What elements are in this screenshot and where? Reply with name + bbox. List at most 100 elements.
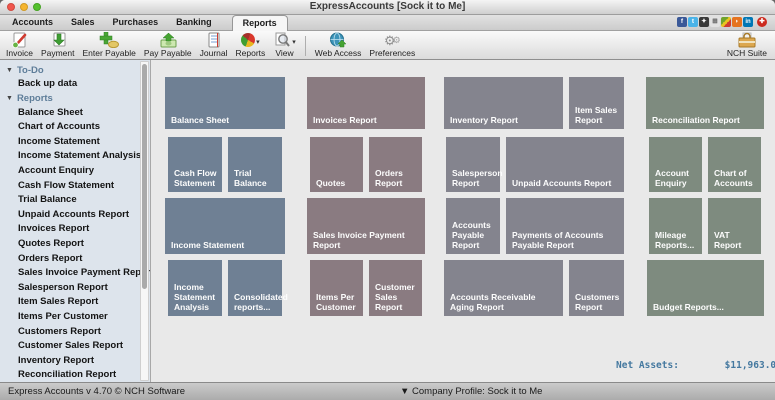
zoom-button[interactable] (33, 3, 41, 11)
scrollbar-thumb[interactable] (142, 64, 147, 289)
company-profile-selector[interactable]: ▼ Company Profile: Sock it to Me (400, 386, 542, 397)
tile-invoices-report[interactable]: Invoices Report (307, 77, 425, 129)
sidebar-scrollbar[interactable] (140, 61, 149, 381)
pay-payable-icon (158, 32, 178, 48)
facebook-icon[interactable]: f (677, 17, 687, 27)
sidebar-section-todo[interactable]: ▼ To-Do (0, 63, 150, 77)
minimize-button[interactable] (20, 3, 28, 11)
bookmark-icon[interactable]: ✦ (699, 17, 709, 27)
net-assets-line: Net Assets: $11,963.00 (616, 360, 775, 371)
collapse-triangle-icon[interactable]: ▼ (6, 67, 13, 74)
sidebar-item-income-statement-analysis[interactable]: Income Statement Analysis (0, 149, 150, 164)
sidebar-item-back-up-data[interactable]: Back up data (0, 77, 150, 92)
tab-accounts[interactable]: Accounts (12, 15, 53, 30)
reports-button[interactable]: ▾ Reports (232, 32, 270, 59)
status-bar: Express Accounts v 4.70 © NCH Software ▼… (0, 382, 775, 400)
share-more-icon[interactable]: ✚ (757, 17, 767, 27)
sidebar-item-items-per-customer[interactable]: Items Per Customer (0, 310, 150, 325)
payment-button[interactable]: Payment (37, 32, 79, 59)
tile-group-4: Reconciliation Report Account Enquiry Ch… (646, 77, 764, 316)
invoice-button[interactable]: Invoice (2, 32, 37, 59)
sidebar-item-quotes-report[interactable]: Quotes Report (0, 237, 150, 252)
tile-accounts-receivable-aging-report[interactable]: Accounts Receivable Aging Report (444, 260, 563, 316)
social-share-strip: f t ✦ ⊞ ◗ in ✚ (677, 17, 767, 27)
bookmarks-icon[interactable] (721, 17, 731, 27)
collapse-triangle-icon[interactable]: ▼ (6, 95, 13, 102)
tile-account-enquiry[interactable]: Account Enquiry (649, 137, 702, 192)
menu-tab-bar: Accounts Sales Purchases Banking Reports… (0, 15, 775, 31)
tile-income-statement[interactable]: Income Statement (165, 198, 285, 254)
toolbar: Invoice Payment Enter Payable Pay Payabl… (0, 31, 775, 60)
view-button[interactable]: ▾ View (269, 32, 300, 59)
tile-mileage-reports[interactable]: Mileage Reports... (649, 198, 702, 254)
sidebar-item-salesperson-report[interactable]: Salesperson Report (0, 281, 150, 296)
sidebar-item-invoices-report[interactable]: Invoices Report (0, 222, 150, 237)
journal-button[interactable]: Journal (196, 32, 232, 59)
tile-group-1: Balance Sheet Cash Flow Statement Trial … (165, 77, 288, 316)
tile-budget-reports[interactable]: Budget Reports... (647, 260, 764, 316)
version-text: Express Accounts v 4.70 © NCH Software (8, 386, 186, 397)
tile-chart-of-accounts[interactable]: Chart of Accounts (708, 137, 761, 192)
sidebar-item-inventory-report[interactable]: Inventory Report (0, 354, 150, 369)
tile-income-statement-analysis[interactable]: Income Statement Analysis (168, 260, 222, 316)
journal-icon (206, 32, 222, 48)
tile-salesperson-report[interactable]: Salesperson Report (446, 137, 503, 192)
tile-sales-invoice-payment-report[interactable]: Sales Invoice Payment Report (307, 198, 425, 254)
tile-consolidated-reports[interactable]: Consolidated reports... (228, 260, 288, 316)
window-title: ExpressAccounts [Sock it to Me] (309, 1, 466, 12)
tab-reports[interactable]: Reports (231, 15, 288, 31)
apps-grid-icon[interactable]: ⊞ (710, 17, 720, 27)
sidebar-item-sales-invoice-payment-report[interactable]: Sales Invoice Payment Report (0, 266, 150, 281)
close-button[interactable] (7, 3, 15, 11)
nch-suite-button[interactable]: NCH Suite (723, 32, 771, 59)
sidebar-item-orders-report[interactable]: Orders Report (0, 252, 150, 267)
tile-cash-flow-statement[interactable]: Cash Flow Statement (168, 137, 222, 192)
sidebar-item-chart-of-accounts[interactable]: Chart of Accounts (0, 120, 150, 135)
sidebar: ▼ To-Do Back up data ▼ Reports Balance S… (0, 60, 151, 382)
pay-payable-button[interactable]: Pay Payable (140, 32, 196, 59)
tile-reconciliation-report[interactable]: Reconciliation Report (646, 77, 764, 129)
tile-balance-sheet[interactable]: Balance Sheet (165, 77, 285, 129)
tab-sales[interactable]: Sales (71, 15, 95, 30)
globe-icon (329, 32, 347, 48)
sidebar-item-customer-sales-report[interactable]: Customer Sales Report (0, 339, 150, 354)
sidebar-item-cash-flow-statement[interactable]: Cash Flow Statement (0, 179, 150, 194)
enter-payable-button[interactable]: Enter Payable (78, 32, 139, 59)
tile-accounts-payable-report[interactable]: Accounts Payable Report (446, 198, 500, 254)
tile-customer-sales-report[interactable]: Customer Sales Report (369, 260, 422, 316)
tile-vat-report[interactable]: VAT Report (708, 198, 761, 254)
dropdown-arrow-icon[interactable]: ▾ (256, 38, 260, 48)
sidebar-item-account-enquiry[interactable]: Account Enquiry (0, 164, 150, 179)
sidebar-item-unpaid-accounts-report[interactable]: Unpaid Accounts Report (0, 208, 150, 223)
tile-item-sales-report[interactable]: Item Sales Report (569, 77, 624, 129)
twitter-icon[interactable]: t (688, 17, 698, 27)
sidebar-item-balance-sheet[interactable]: Balance Sheet (0, 106, 150, 121)
sidebar-item-trial-balance[interactable]: Trial Balance (0, 193, 150, 208)
sidebar-item-reconciliation-report[interactable]: Reconciliation Report (0, 368, 150, 382)
tab-purchases[interactable]: Purchases (113, 15, 159, 30)
sidebar-section-reports[interactable]: ▼ Reports (0, 92, 150, 106)
linkedin-icon[interactable]: in (743, 17, 753, 27)
preferences-button[interactable]: ⚙ ⚙ Preferences (365, 32, 419, 59)
dropdown-arrow-icon[interactable]: ▾ (292, 38, 296, 48)
payment-icon (49, 32, 67, 48)
tile-quotes[interactable]: Quotes (310, 137, 363, 192)
tab-banking[interactable]: Banking (176, 15, 212, 30)
tile-customers-report[interactable]: Customers Report (569, 260, 624, 316)
tile-unpaid-accounts-report[interactable]: Unpaid Accounts Report (506, 137, 624, 192)
tile-items-per-customer[interactable]: Items Per Customer (310, 260, 363, 316)
rss-icon[interactable]: ◗ (732, 17, 742, 27)
sidebar-item-customers-report[interactable]: Customers Report (0, 325, 150, 340)
tile-trial-balance[interactable]: Trial Balance (228, 137, 282, 192)
sidebar-item-item-sales-report[interactable]: Item Sales Report (0, 295, 150, 310)
tile-inventory-report[interactable]: Inventory Report (444, 77, 563, 129)
toolbox-icon (737, 32, 757, 48)
web-access-button[interactable]: Web Access (311, 32, 366, 59)
pie-chart-icon (241, 33, 256, 47)
sidebar-item-income-statement[interactable]: Income Statement (0, 135, 150, 150)
tile-payments-of-accounts-payable-report[interactable]: Payments of Accounts Payable Report (506, 198, 624, 254)
tile-orders-report[interactable]: Orders Report (369, 137, 422, 192)
tile-group-2: Invoices Report Quotes Orders Report Sal… (307, 77, 425, 316)
report-tile-area: Balance Sheet Cash Flow Statement Trial … (151, 60, 775, 400)
